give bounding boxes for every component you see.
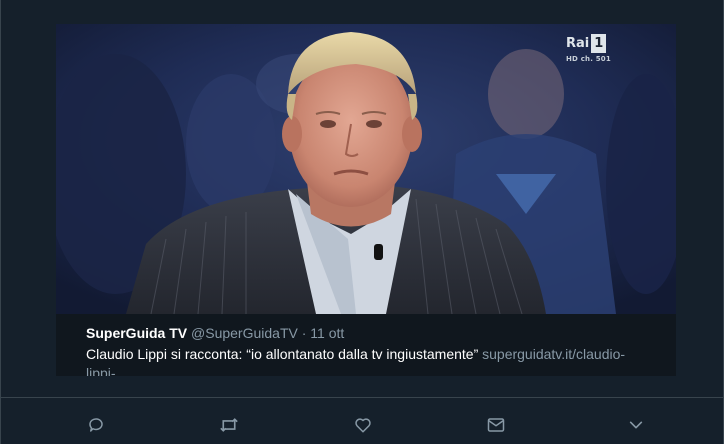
left-border — [0, 0, 1, 444]
channel-logo-number: 1 — [591, 34, 607, 53]
retweet-icon — [220, 418, 238, 432]
retweet-button[interactable] — [213, 409, 245, 441]
more-button[interactable] — [620, 409, 652, 441]
link-preview-card[interactable]: Rai 1 HD ch. 501 SuperGuida TV @SuperGui… — [56, 24, 676, 376]
tweet-view: Rai 1 HD ch. 501 SuperGuida TV @SuperGui… — [0, 0, 724, 444]
channel-logo: Rai 1 HD ch. 501 — [566, 34, 622, 76]
like-button[interactable] — [347, 409, 379, 441]
actions-divider — [0, 397, 724, 398]
message-icon — [487, 418, 505, 432]
header-separator: · — [301, 325, 307, 341]
tweet-body: Claudio Lippi si racconta: “io allontana… — [86, 345, 656, 376]
tweet-actions-bar — [0, 409, 724, 441]
author-name[interactable]: SuperGuida TV — [86, 325, 187, 341]
chevron-down-icon — [629, 421, 643, 429]
tweet-text: Claudio Lippi si racconta: “io allontana… — [86, 346, 483, 362]
channel-logo-word: Rai — [566, 36, 590, 51]
channel-logo-subtitle: HD ch. 501 — [566, 55, 611, 63]
author-handle[interactable]: @SuperGuidaTV — [191, 325, 298, 341]
preview-image[interactable]: Rai 1 HD ch. 501 — [56, 24, 676, 314]
tweet-text-area: SuperGuida TV @SuperGuidaTV · 11 ott Cla… — [86, 324, 656, 376]
tweet-timestamp[interactable]: 11 ott — [310, 325, 344, 341]
like-icon — [355, 418, 371, 433]
reply-button[interactable] — [80, 409, 112, 441]
tweet-header: SuperGuida TV @SuperGuidaTV · 11 ott — [86, 324, 656, 342]
message-button[interactable] — [480, 409, 512, 441]
reply-icon — [89, 418, 103, 432]
